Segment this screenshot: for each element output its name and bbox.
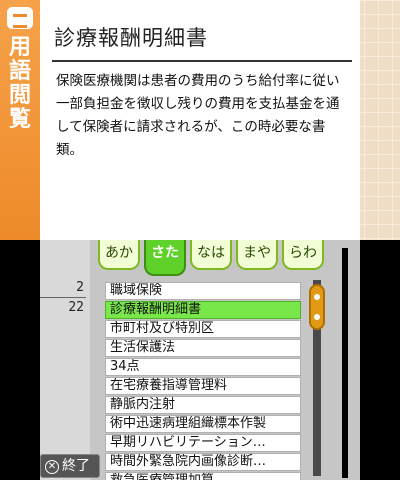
kana-tab-4[interactable]: らわ: [282, 240, 324, 270]
kana-tab-0[interactable]: あか: [98, 240, 140, 270]
list-item[interactable]: 34点: [105, 358, 301, 376]
scrollbar-thumb[interactable]: [309, 284, 325, 330]
scroll-up-icon: [314, 294, 320, 300]
kana-tab-1[interactable]: さた: [144, 240, 186, 276]
list-item[interactable]: 早期リハビリテーション…: [105, 434, 301, 452]
side-tab-label: 用 語 閲 覧: [8, 35, 31, 132]
bottom-screen: 2 22 あか さた なは まや らわ 職域保険 診療報酬明細書 市町村及び特別区 生活保護法…: [0, 240, 400, 480]
title-divider: [52, 60, 352, 62]
list-item[interactable]: 時間外緊急院内画像診断…: [105, 453, 301, 471]
pager-divider: [40, 297, 86, 298]
list-item[interactable]: 市町村及び特別区: [105, 320, 301, 338]
term-title: 診療報酬明細書: [54, 26, 208, 50]
top-screen: 用 語 閲 覧 診療報酬明細書 保険医療機関は患者の費用のうち給付率に従い一部負…: [0, 0, 400, 240]
term-panel: 診療報酬明細書 保険医療機関は患者の費用のうち給付率に従い一部負担金を徴収し残り…: [40, 0, 360, 240]
term-description: 保険医療機関は患者の費用のうち給付率に従い一部負担金を徴収し残りの費用を支払基金…: [56, 73, 340, 158]
scroll-down-icon: [314, 314, 320, 320]
book-icon: [7, 7, 33, 29]
end-button[interactable]: ✕ 終了: [40, 454, 100, 478]
kana-tab-2[interactable]: なは: [190, 240, 232, 270]
list-item[interactable]: 診療報酬明細書: [105, 301, 301, 319]
list-item[interactable]: 職域保険: [105, 282, 301, 300]
kana-tab-3[interactable]: まや: [236, 240, 278, 270]
glossary-side-tab: 用 語 閲 覧: [0, 0, 40, 240]
end-button-label: 終了: [62, 458, 90, 474]
x-circle-icon: ✕: [45, 460, 59, 474]
term-list: 職域保険 診療報酬明細書 市町村及び特別区 生活保護法 34点 在宅療養指導管理料 静脈内注…: [105, 282, 301, 480]
pager-current: 2: [76, 280, 84, 295]
list-item[interactable]: 在宅療養指導管理料: [105, 377, 301, 395]
list-item[interactable]: 術中迅速病理組織標本作製: [105, 415, 301, 433]
pager-total: 22: [68, 300, 84, 315]
list-item[interactable]: 生活保護法: [105, 339, 301, 357]
right-divider: [342, 248, 348, 478]
list-item[interactable]: 救急医療管理加算: [105, 472, 301, 480]
list-item[interactable]: 静脈内注射: [105, 396, 301, 414]
pager-strip: [40, 240, 90, 480]
